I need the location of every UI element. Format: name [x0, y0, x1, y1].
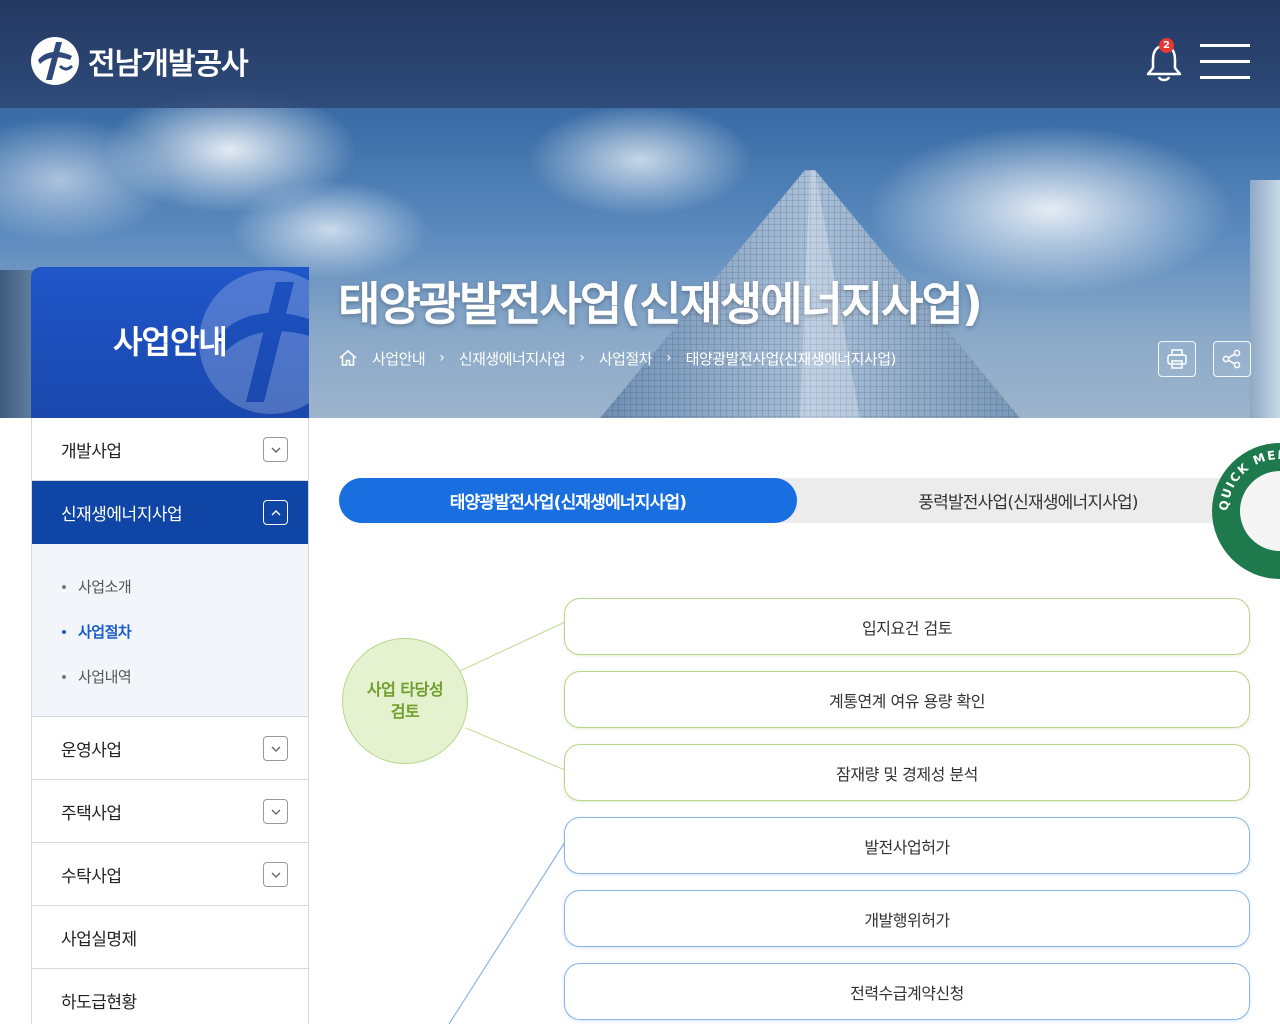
bullet-dot — [62, 629, 66, 634]
sidebar-item-housing[interactable]: 주택사업 — [32, 780, 308, 843]
submenu-item-procedure[interactable]: 사업절차 — [32, 609, 308, 654]
printer-icon — [1167, 349, 1187, 369]
tab-bar: 태양광발전사업(신재생에너지사업) 풍력발전사업(신재생에너지사업) — [339, 478, 1259, 523]
sidebar-item-renewable-energy[interactable]: 신재생에너지사업 — [32, 481, 308, 544]
sidebar-item-consignment[interactable]: 수탁사업 — [32, 843, 308, 906]
page-title: 태양광발전사업(신재생에너지사업) — [338, 277, 983, 331]
logo-icon — [31, 37, 79, 85]
breadcrumb: 사업안내 › 신재생에너지사업 › 사업절차 › 태양광발전사업(신재생에너지사… — [338, 346, 896, 370]
bullet-dot — [62, 674, 66, 679]
submenu-item-label: 사업내역 — [78, 668, 132, 686]
section-header: 사업안내 — [31, 267, 309, 418]
sidebar-item-project-accountability[interactable]: 사업실명제 — [32, 906, 308, 969]
procedure-step: 발전사업허가 — [564, 817, 1250, 874]
submenu-item-history[interactable]: 사업내역 — [32, 654, 308, 699]
breadcrumb-item[interactable]: 신재생에너지사업 — [459, 348, 566, 369]
page: 전남개발공사 2 태양광발전사업(신재생에너지사업) 사업안내 › 신재생에너지… — [0, 0, 1280, 1024]
breadcrumb-item[interactable]: 사업안내 — [372, 348, 426, 369]
node-label: 검토 — [390, 702, 420, 721]
hamburger-line — [1200, 44, 1250, 47]
submenu-item-intro[interactable]: 사업소개 — [32, 564, 308, 609]
quick-menu-button[interactable]: QUICK MENU SERVICE — [1212, 443, 1280, 579]
sidebar-item-subcontract-status[interactable]: 하도급현황 — [32, 969, 308, 1024]
procedure-step: 잠재량 및 경제성 분석 — [564, 744, 1250, 801]
node-label: 사업 타당성 — [366, 680, 444, 699]
sidebar-item-label: 사업실명제 — [61, 929, 137, 950]
notification-badge: 2 — [1159, 38, 1174, 53]
procedure-step: 계통연계 여유 용량 확인 — [564, 671, 1250, 728]
chevron-up-icon — [271, 509, 280, 515]
sidebar-item-development[interactable]: 개발사업 — [32, 418, 308, 481]
chevron-right-icon: › — [666, 350, 672, 366]
chevron-down-icon — [271, 746, 280, 752]
breadcrumb-item[interactable]: 사업절차 — [599, 348, 653, 369]
sidebar-item-label: 수탁사업 — [61, 866, 122, 887]
procedure-step: 전력수급계약신청 — [564, 963, 1250, 1020]
tab-wind[interactable]: 풍력발전사업(신재생에너지사업) — [797, 478, 1259, 523]
connector-line — [465, 727, 566, 771]
sidebar-item-label: 운영사업 — [61, 740, 122, 761]
share-icon — [1222, 349, 1241, 369]
expand-toggle[interactable] — [263, 736, 288, 761]
section-title: 사업안내 — [113, 323, 228, 361]
chevron-down-icon — [271, 872, 280, 878]
chevron-right-icon: › — [579, 350, 585, 366]
share-button[interactable] — [1213, 341, 1251, 377]
procedure-step: 개발행위허가 — [564, 890, 1250, 947]
menu-hamburger-icon[interactable] — [1200, 44, 1250, 80]
collapse-toggle[interactable] — [263, 500, 288, 525]
sidebar-item-label: 주택사업 — [61, 803, 122, 824]
procedure-step: 입지요건 검토 — [564, 598, 1250, 655]
bullet-dot — [62, 584, 66, 589]
submenu: 사업소개 사업절차 사업내역 — [32, 544, 308, 717]
sidebar-item-label: 하도급현황 — [61, 992, 137, 1013]
tab-solar[interactable]: 태양광발전사업(신재생에너지사업) — [339, 478, 797, 523]
print-button[interactable] — [1158, 341, 1196, 377]
chevron-down-icon — [271, 447, 280, 453]
submenu-item-label: 사업소개 — [78, 578, 132, 596]
expand-toggle[interactable] — [263, 799, 288, 824]
logo-text: 전남개발공사 — [88, 47, 249, 82]
logo[interactable]: 전남개발공사 — [30, 36, 249, 86]
sidebar-item-label: 개발사업 — [61, 441, 122, 462]
connector-line — [459, 621, 566, 672]
expand-toggle[interactable] — [263, 437, 288, 462]
hamburger-line — [1200, 60, 1250, 63]
feasibility-review-node: 사업 타당성 검토 — [342, 638, 468, 764]
hero-building-right — [1250, 180, 1280, 418]
sidebar-item-operation[interactable]: 운영사업 — [32, 717, 308, 780]
submenu-item-label: 사업절차 — [78, 623, 132, 641]
side-navigation: 개발사업 신재생에너지사업 사업소개 사업절차 사업내역 운영사업 주택사업 수… — [31, 418, 309, 1024]
breadcrumb-item[interactable]: 태양광발전사업(신재생에너지사업) — [686, 348, 897, 369]
chevron-down-icon — [271, 809, 280, 815]
sidebar-item-label: 신재생에너지사업 — [61, 505, 183, 525]
expand-toggle[interactable] — [263, 862, 288, 887]
connector-line — [448, 841, 566, 1024]
chevron-right-icon: › — [439, 350, 445, 366]
home-icon[interactable] — [338, 348, 358, 368]
hamburger-line — [1200, 76, 1250, 79]
